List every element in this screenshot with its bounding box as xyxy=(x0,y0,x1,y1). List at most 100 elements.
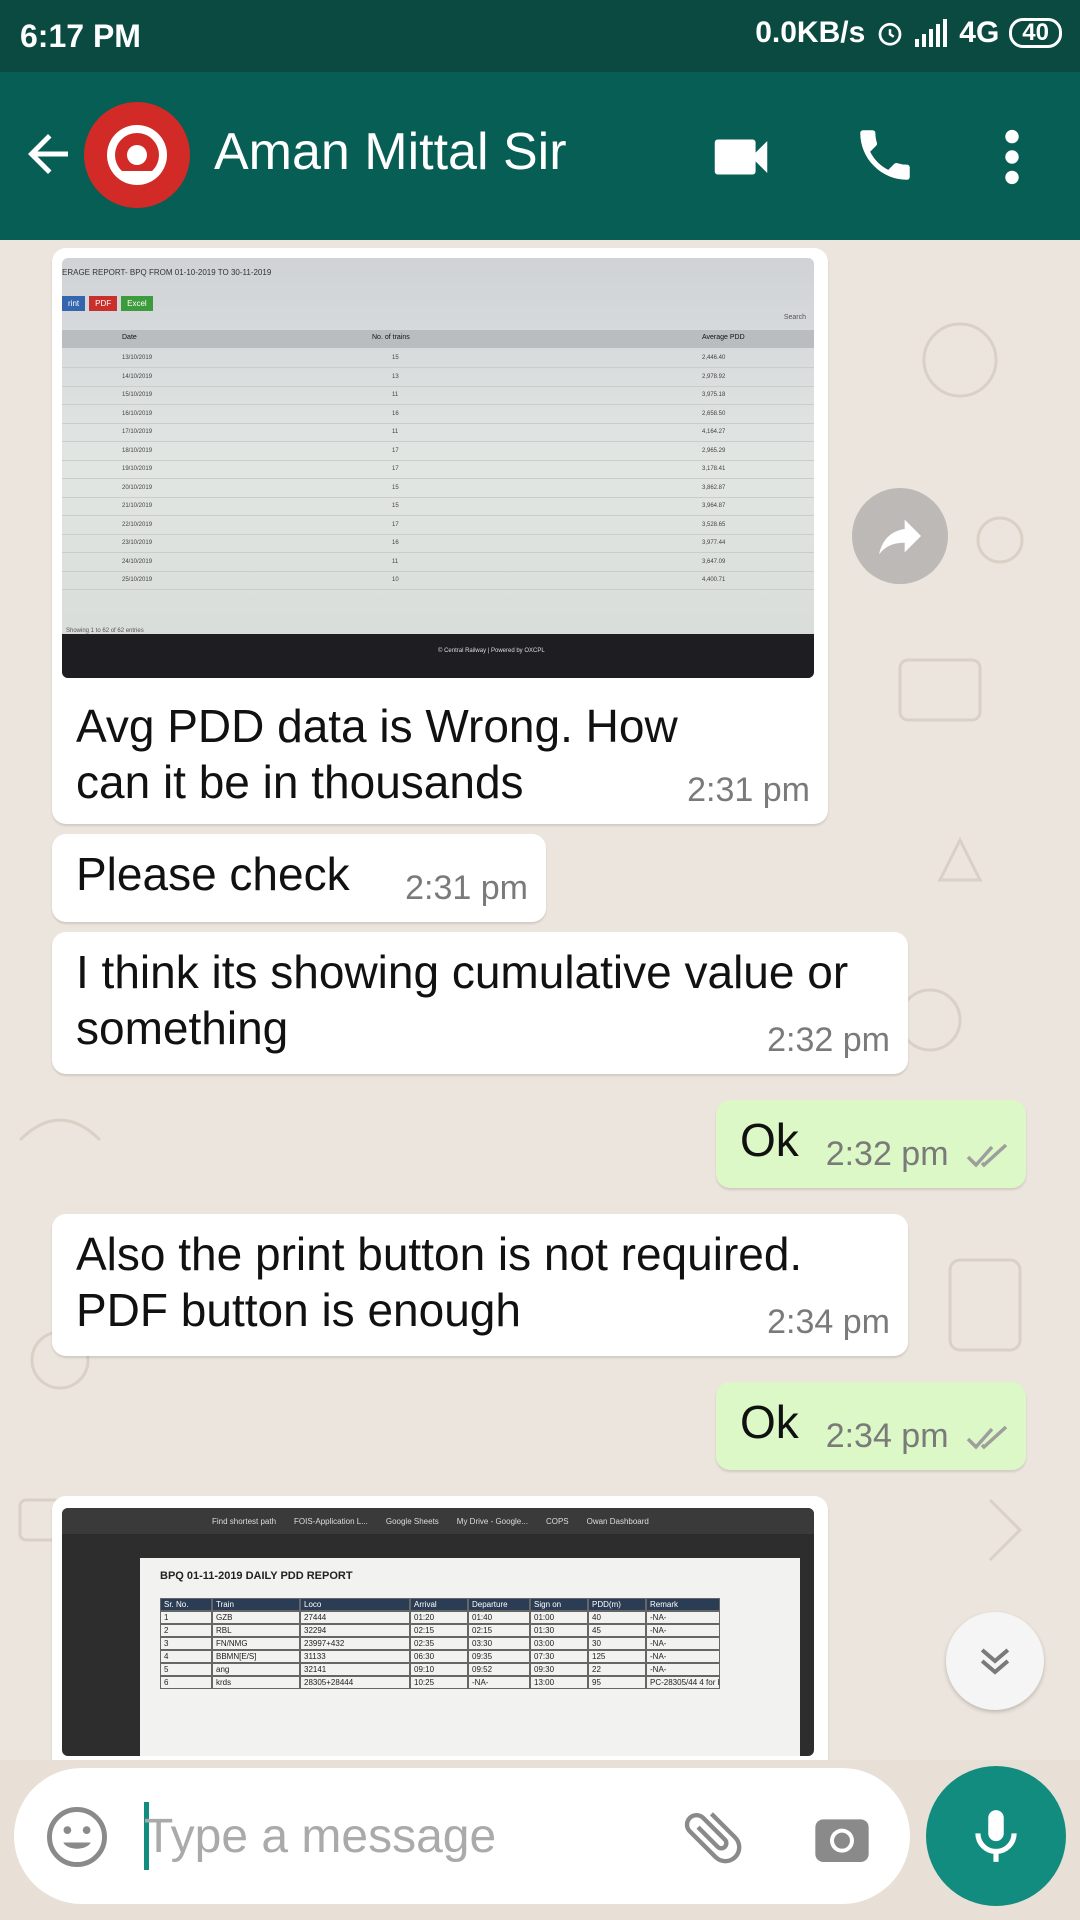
double-check-icon xyxy=(966,1143,1008,1168)
report-cell: 11 xyxy=(392,558,399,565)
message-bubble-outgoing[interactable]: Ok 2:32 pm xyxy=(716,1100,1026,1188)
message-bubble-incoming[interactable]: ERAGE REPORT- BPQ FROM 01-10-2019 TO 30-… xyxy=(52,248,828,824)
message-bubble-incoming[interactable]: I think its showing cumulative value or … xyxy=(52,932,908,1074)
railway-logo-icon xyxy=(91,109,183,201)
report-cell: 3,975.18 xyxy=(702,392,726,398)
pdd-report-page: BPQ 01-11-2019 DAILY PDD REPORT Sr. No. T… xyxy=(140,1558,800,1756)
report-cell: 14/10/2019 xyxy=(122,373,153,380)
column-avg-pdd: Average PDD xyxy=(702,334,745,341)
voice-message-button[interactable] xyxy=(926,1766,1066,1906)
report-cell: 17/10/2019 xyxy=(122,429,153,435)
pdd-table-cell: 31133 xyxy=(300,1650,410,1663)
pdd-table-cell: 09:52 xyxy=(468,1663,530,1676)
report-cell: 15/10/2019 xyxy=(122,392,153,398)
forward-arrow-icon xyxy=(879,519,921,555)
pdd-table-cell: FN/NMG xyxy=(212,1637,300,1650)
camera-icon xyxy=(815,1819,869,1862)
pdd-table-row: 5 ang 32141 09:10 09:52 09:30 22 -NA- xyxy=(160,1663,720,1676)
message-input[interactable] xyxy=(144,1798,644,1874)
report-row: 18/10/2019 17 2,965.29 xyxy=(62,443,814,461)
alarm-icon xyxy=(878,22,902,46)
pdd-table-cell: 03:00 xyxy=(530,1637,588,1650)
network-type: 4G xyxy=(959,16,1000,49)
contact-name[interactable]: Aman Mittal Sir xyxy=(214,122,567,182)
pdd-report-title: BPQ 01-11-2019 DAILY PDD REPORT xyxy=(160,1570,353,1582)
report-row: 24/10/2019 11 3,647.09 xyxy=(62,554,814,572)
report-cell: 2,978.92 xyxy=(702,373,726,380)
pdd-table-cell: 40 xyxy=(588,1611,646,1624)
message-time: 2:34 pm xyxy=(767,1303,890,1341)
message-bubble-outgoing[interactable]: Ok 2:34 pm xyxy=(716,1382,1026,1470)
message-time: 2:34 pm xyxy=(825,1417,949,1455)
report-table-header: Date No. of trains Average PDD xyxy=(62,330,814,348)
report-cell: 11 xyxy=(392,429,399,435)
report-cell: 3,964.87 xyxy=(702,503,726,509)
report-row: 19/10/2019 17 3,178.41 xyxy=(62,461,814,479)
message-time-with-ticks: 2:32 pm xyxy=(826,1135,1010,1174)
pdd-table-cell: 3 xyxy=(160,1637,212,1650)
video-call-button[interactable] xyxy=(706,122,776,192)
video-camera-icon xyxy=(714,139,768,175)
pdd-table-cell: 125 xyxy=(588,1650,646,1663)
report-cell: 25/10/2019 xyxy=(122,577,153,583)
message-caption: Avg PDD data is Wrong. How can it be in … xyxy=(76,700,678,808)
status-bar: 6:17 PM 0.0KB/s 4G 40 xyxy=(0,0,1080,72)
report-cell: 3,178.41 xyxy=(702,466,726,472)
message-time: 2:31 pm xyxy=(405,869,528,907)
pdd-table-cell: -NA- xyxy=(646,1663,720,1676)
report-row: 16/10/2019 16 2,658.50 xyxy=(62,406,814,424)
message-photo[interactable]: Find shortest path FOIS-Application L...… xyxy=(62,1508,814,1756)
report-cell: 2,658.50 xyxy=(702,410,726,417)
attach-button[interactable] xyxy=(678,1802,748,1872)
message-bubble-incoming[interactable]: Please check 2:31 pm xyxy=(52,834,546,922)
pdd-table-cell: Train xyxy=(212,1598,300,1611)
report-page-footer: © Central Railway | Powered by OXCPL xyxy=(62,634,814,678)
message-text: Please check xyxy=(76,848,350,900)
report-cell: 3,977.44 xyxy=(702,540,726,546)
double-chevron-down-icon xyxy=(980,1648,1010,1675)
signal-icon xyxy=(915,19,948,47)
pdd-table-cell: 28305+28444 xyxy=(300,1676,410,1689)
print-button: rint xyxy=(62,296,86,311)
message-bubble-incoming[interactable]: Also the print button is not required. P… xyxy=(52,1214,908,1356)
camera-button[interactable] xyxy=(810,1806,874,1870)
pdd-table-cell: 45 xyxy=(588,1624,646,1637)
message-text: Ok xyxy=(740,1396,799,1448)
message-photo[interactable]: ERAGE REPORT- BPQ FROM 01-10-2019 TO 30-… xyxy=(62,258,814,678)
avatar[interactable] xyxy=(84,102,190,208)
chat-area[interactable]: ERAGE REPORT- BPQ FROM 01-10-2019 TO 30-… xyxy=(0,240,1080,1760)
pdd-table-cell: Remark xyxy=(646,1598,720,1611)
excel-button: Excel xyxy=(121,296,153,311)
report-copyright: © Central Railway | Powered by OXCPL xyxy=(438,648,545,654)
pdd-table-cell: 10:25 xyxy=(410,1676,468,1689)
bookmark: COPS xyxy=(545,1516,569,1526)
message-text: Also the print button is not required. P… xyxy=(76,1228,803,1336)
emoji-button[interactable] xyxy=(44,1804,110,1870)
report-cell: 15 xyxy=(392,355,399,361)
message-bubble-incoming[interactable]: Find shortest path FOIS-Application L...… xyxy=(52,1496,828,1760)
pdd-table-cell: 01:20 xyxy=(410,1611,468,1624)
pdd-table-cell: 30 xyxy=(588,1637,646,1650)
voice-call-button[interactable] xyxy=(852,122,922,192)
more-options-button[interactable] xyxy=(990,122,1034,192)
forward-button[interactable] xyxy=(852,488,948,584)
battery-indicator: 40 xyxy=(1009,18,1062,48)
scroll-to-bottom-button[interactable] xyxy=(946,1612,1044,1710)
pdd-table-cell: 01:40 xyxy=(468,1611,530,1624)
pdd-table-cell: 01:00 xyxy=(530,1611,588,1624)
arrow-left-icon xyxy=(28,134,68,174)
pdd-table-cell: 02:15 xyxy=(468,1624,530,1637)
message-time: 2:32 pm xyxy=(825,1135,949,1173)
report-cell: 15 xyxy=(392,484,399,491)
browser-bookmarks-bar: Find shortest path FOIS-Application L...… xyxy=(62,1508,814,1534)
pdd-table-row: 4 BBMN[E/S] 31133 06:30 09:35 07:30 125 -NA- xyxy=(160,1650,720,1663)
report-cell: 3,528.65 xyxy=(702,521,726,528)
back-button[interactable] xyxy=(18,124,78,184)
pdf-button: PDF xyxy=(89,296,118,311)
report-cell: 10 xyxy=(392,577,399,583)
pdd-table-cell: PDD(m) xyxy=(588,1598,646,1611)
pdd-table-cell: -NA- xyxy=(468,1676,530,1689)
report-row: 22/10/2019 17 3,528.65 xyxy=(62,517,814,535)
report-cell: 24/10/2019 xyxy=(122,558,153,565)
pdd-table-cell: 01:30 xyxy=(530,1624,588,1637)
